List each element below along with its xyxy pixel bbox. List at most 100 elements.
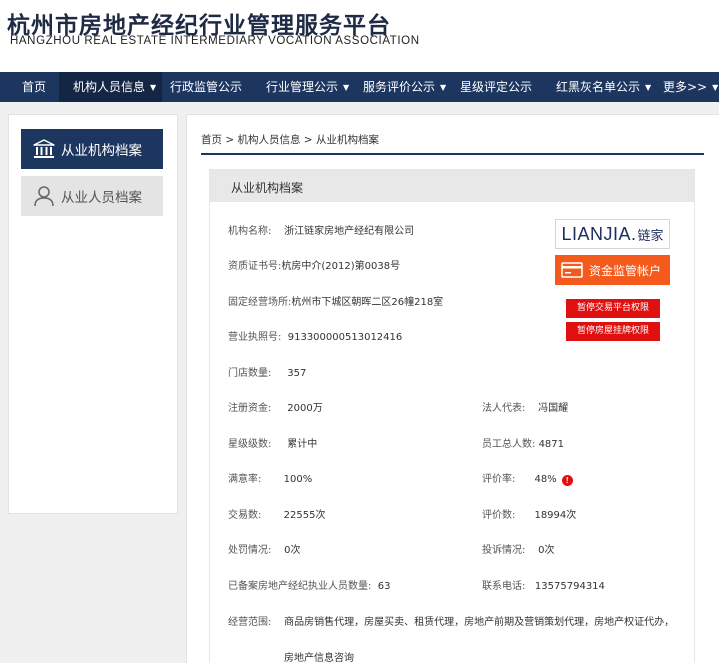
field-value: 100% — [283, 474, 313, 485]
field-value: 杭州市下城区朝晖二区26幢218室 — [291, 297, 444, 308]
field-label: 营业执照号: — [228, 332, 282, 343]
field-label: 员工总人数: — [482, 439, 536, 450]
field-label: 投诉情况: — [482, 545, 526, 556]
fund-supervision-account-button[interactable]: 资金监管帐户 — [555, 255, 670, 285]
field-value: 13575794314 — [534, 581, 605, 592]
field-satisfaction-rate: 满意率: 100% — [228, 470, 312, 485]
caret-down-icon: ▼ — [343, 82, 350, 92]
sidebar: 从业机构档案 从业人员档案 — [8, 114, 178, 514]
field-label: 资质证书号: — [228, 261, 282, 272]
alert-icon[interactable]: ! — [561, 475, 573, 486]
nav-item-more[interactable]: 更多>> ▼ — [663, 72, 718, 102]
field-trade-count: 交易数: 22555次 — [228, 506, 325, 521]
field-store-count: 门店数量: 357 — [228, 364, 306, 379]
field-value: 357 — [287, 368, 307, 379]
nav-item-label: 星级评定公示 — [460, 80, 533, 94]
sidebar-item-staff-archive[interactable]: 从业人员档案 — [21, 176, 163, 216]
field-value: 913300000513012416 — [287, 332, 403, 343]
suspend-listing-button[interactable]: 暂停房屋挂牌权限 — [566, 322, 660, 341]
field-business-scope-continued: 房地产信息咨询 — [284, 649, 354, 663]
caret-down-icon: ▼ — [712, 82, 719, 92]
field-review-count: 评价数: 18994次 — [482, 506, 576, 521]
nav-item-label: 机构人员信息 — [73, 80, 146, 94]
field-value: 房地产信息咨询 — [284, 653, 354, 663]
field-penalty: 处罚情况: 0次 — [228, 541, 300, 556]
field-value: 浙江链家房地产经纪有限公司 — [284, 226, 415, 237]
site-subtitle: HANGZHOU REAL ESTATE INTERMEDIARY VOCATI… — [10, 35, 420, 47]
panel-title: 从业机构档案 — [231, 181, 304, 195]
field-value: 0次 — [538, 545, 555, 556]
field-label: 经营范围: — [228, 617, 272, 628]
field-value: 商品房销售代理，房屋买卖、租赁代理，房地产前期及营销策划代理，房地产权证代办， — [284, 617, 675, 628]
field-value: 4871 — [538, 439, 565, 450]
nav-item-service-evaluation[interactable]: 服务评价公示 ▼ — [363, 72, 446, 102]
field-label: 交易数: — [228, 510, 262, 521]
field-label: 联系电话: — [482, 581, 526, 592]
brand-logo-latin: LIANJIA. — [561, 223, 637, 244]
field-value: 累计中 — [287, 439, 318, 450]
caret-down-icon: ▼ — [150, 82, 157, 92]
field-address: 固定经营场所:杭州市下城区朝晖二区26幢218室 — [228, 293, 443, 308]
field-institution-name: 机构名称: 浙江链家房地产经纪有限公司 — [228, 222, 414, 237]
institution-icon — [31, 138, 57, 160]
institution-detail-box: 从业机构档案 LIANJIA. 链家 资金监管帐户 暂停交易平台权限 暂停房屋挂牌… — [209, 169, 695, 663]
field-label: 注册资金: — [228, 403, 272, 414]
sidebar-item-label: 从业人员档案 — [61, 190, 142, 206]
field-value: 杭房中介(2012)第0038号 — [281, 261, 401, 272]
nav-item-star-rating[interactable]: 星级评定公示 — [460, 72, 532, 102]
nav-item-label: 红黑灰名单公示 — [556, 80, 641, 94]
brand-logo-cn: 链家 — [637, 228, 664, 244]
nav-item-industry-management[interactable]: 行业管理公示 ▼ — [266, 72, 349, 102]
field-value: 22555次 — [283, 510, 326, 521]
field-label: 评价率: — [482, 474, 516, 485]
field-business-scope: 经营范围: 商品房销售代理，房屋买卖、租赁代理，房地产前期及营销策划代理，房地产… — [228, 613, 674, 628]
field-value: 冯国耀 — [538, 403, 569, 414]
field-label: 法人代表: — [482, 403, 526, 414]
nav-item-admin-supervision[interactable]: 行政监管公示 — [170, 72, 242, 102]
field-registered-agents: 已备案房地产经纪执业人员数量: 63 — [228, 577, 390, 592]
field-label: 固定经营场所: — [228, 297, 292, 308]
nav-item-institution-info[interactable]: 机构人员信息 ▼ — [59, 72, 163, 102]
field-value: 2000万 — [287, 403, 323, 414]
nav-item-label: 行业管理公示 — [266, 80, 339, 94]
sidebar-item-label: 从业机构档案 — [61, 143, 142, 159]
nav-item-label: 首页 — [22, 80, 47, 94]
nav-item-home[interactable]: 首页 — [22, 72, 46, 102]
nav-item-label: 行政监管公示 — [170, 80, 243, 94]
field-label: 门店数量: — [228, 368, 272, 379]
caret-down-icon: ▼ — [645, 82, 652, 92]
site-header: 杭州市房地产经纪行业管理服务平台 HANGZHOU REAL ESTATE IN… — [0, 0, 719, 72]
fund-button-label: 资金监管帐户 — [589, 263, 662, 278]
field-label: 星级级数: — [228, 439, 272, 450]
field-registered-capital: 注册资金: 2000万 — [228, 399, 323, 414]
person-icon — [31, 185, 57, 207]
lianjia-logo: LIANJIA. 链家 — [555, 219, 670, 249]
field-value: 48% — [534, 474, 557, 485]
main-nav: 首页 机构人员信息 ▼ 行政监管公示 行业管理公示 ▼ 服务评价公示 ▼ 星级评定公示… — [0, 72, 719, 102]
field-certificate: 资质证书号:杭房中介(2012)第0038号 — [228, 257, 400, 272]
field-review-rate: 评价率: 48%! — [482, 470, 573, 486]
field-label: 机构名称: — [228, 226, 272, 237]
field-legal-representative: 法人代表: 冯国耀 — [482, 399, 568, 414]
field-complaints: 投诉情况: 0次 — [482, 541, 554, 556]
field-label: 评价数: — [482, 510, 516, 521]
field-label: 处罚情况: — [228, 545, 272, 556]
field-business-license: 营业执照号: 913300000513012416 — [228, 328, 402, 343]
field-value: 63 — [377, 581, 391, 592]
nav-item-label: 服务评价公示 — [363, 80, 436, 94]
field-label: 满意率: — [228, 474, 262, 485]
field-total-staff: 员工总人数: 4871 — [482, 435, 564, 450]
panel-header: 从业机构档案 — [210, 170, 694, 202]
suspend-trade-button[interactable]: 暂停交易平台权限 — [566, 299, 660, 318]
breadcrumb[interactable]: 首页 > 机构人员信息 > 从业机构档案 — [201, 132, 379, 147]
field-label: 已备案房地产经纪执业人员数量: — [228, 581, 372, 592]
main-panel: 首页 > 机构人员信息 > 从业机构档案 从业机构档案 LIANJIA. 链家 资… — [186, 114, 719, 663]
field-star-level: 星级级数: 累计中 — [228, 435, 317, 450]
breadcrumb-divider — [201, 153, 704, 155]
field-phone: 联系电话: 13575794314 — [482, 577, 605, 592]
card-icon — [561, 262, 583, 278]
field-value: 18994次 — [534, 510, 577, 521]
caret-down-icon: ▼ — [440, 82, 447, 92]
nav-item-blacklist[interactable]: 红黑灰名单公示 ▼ — [556, 72, 651, 102]
sidebar-item-institution-archive[interactable]: 从业机构档案 — [21, 129, 163, 169]
